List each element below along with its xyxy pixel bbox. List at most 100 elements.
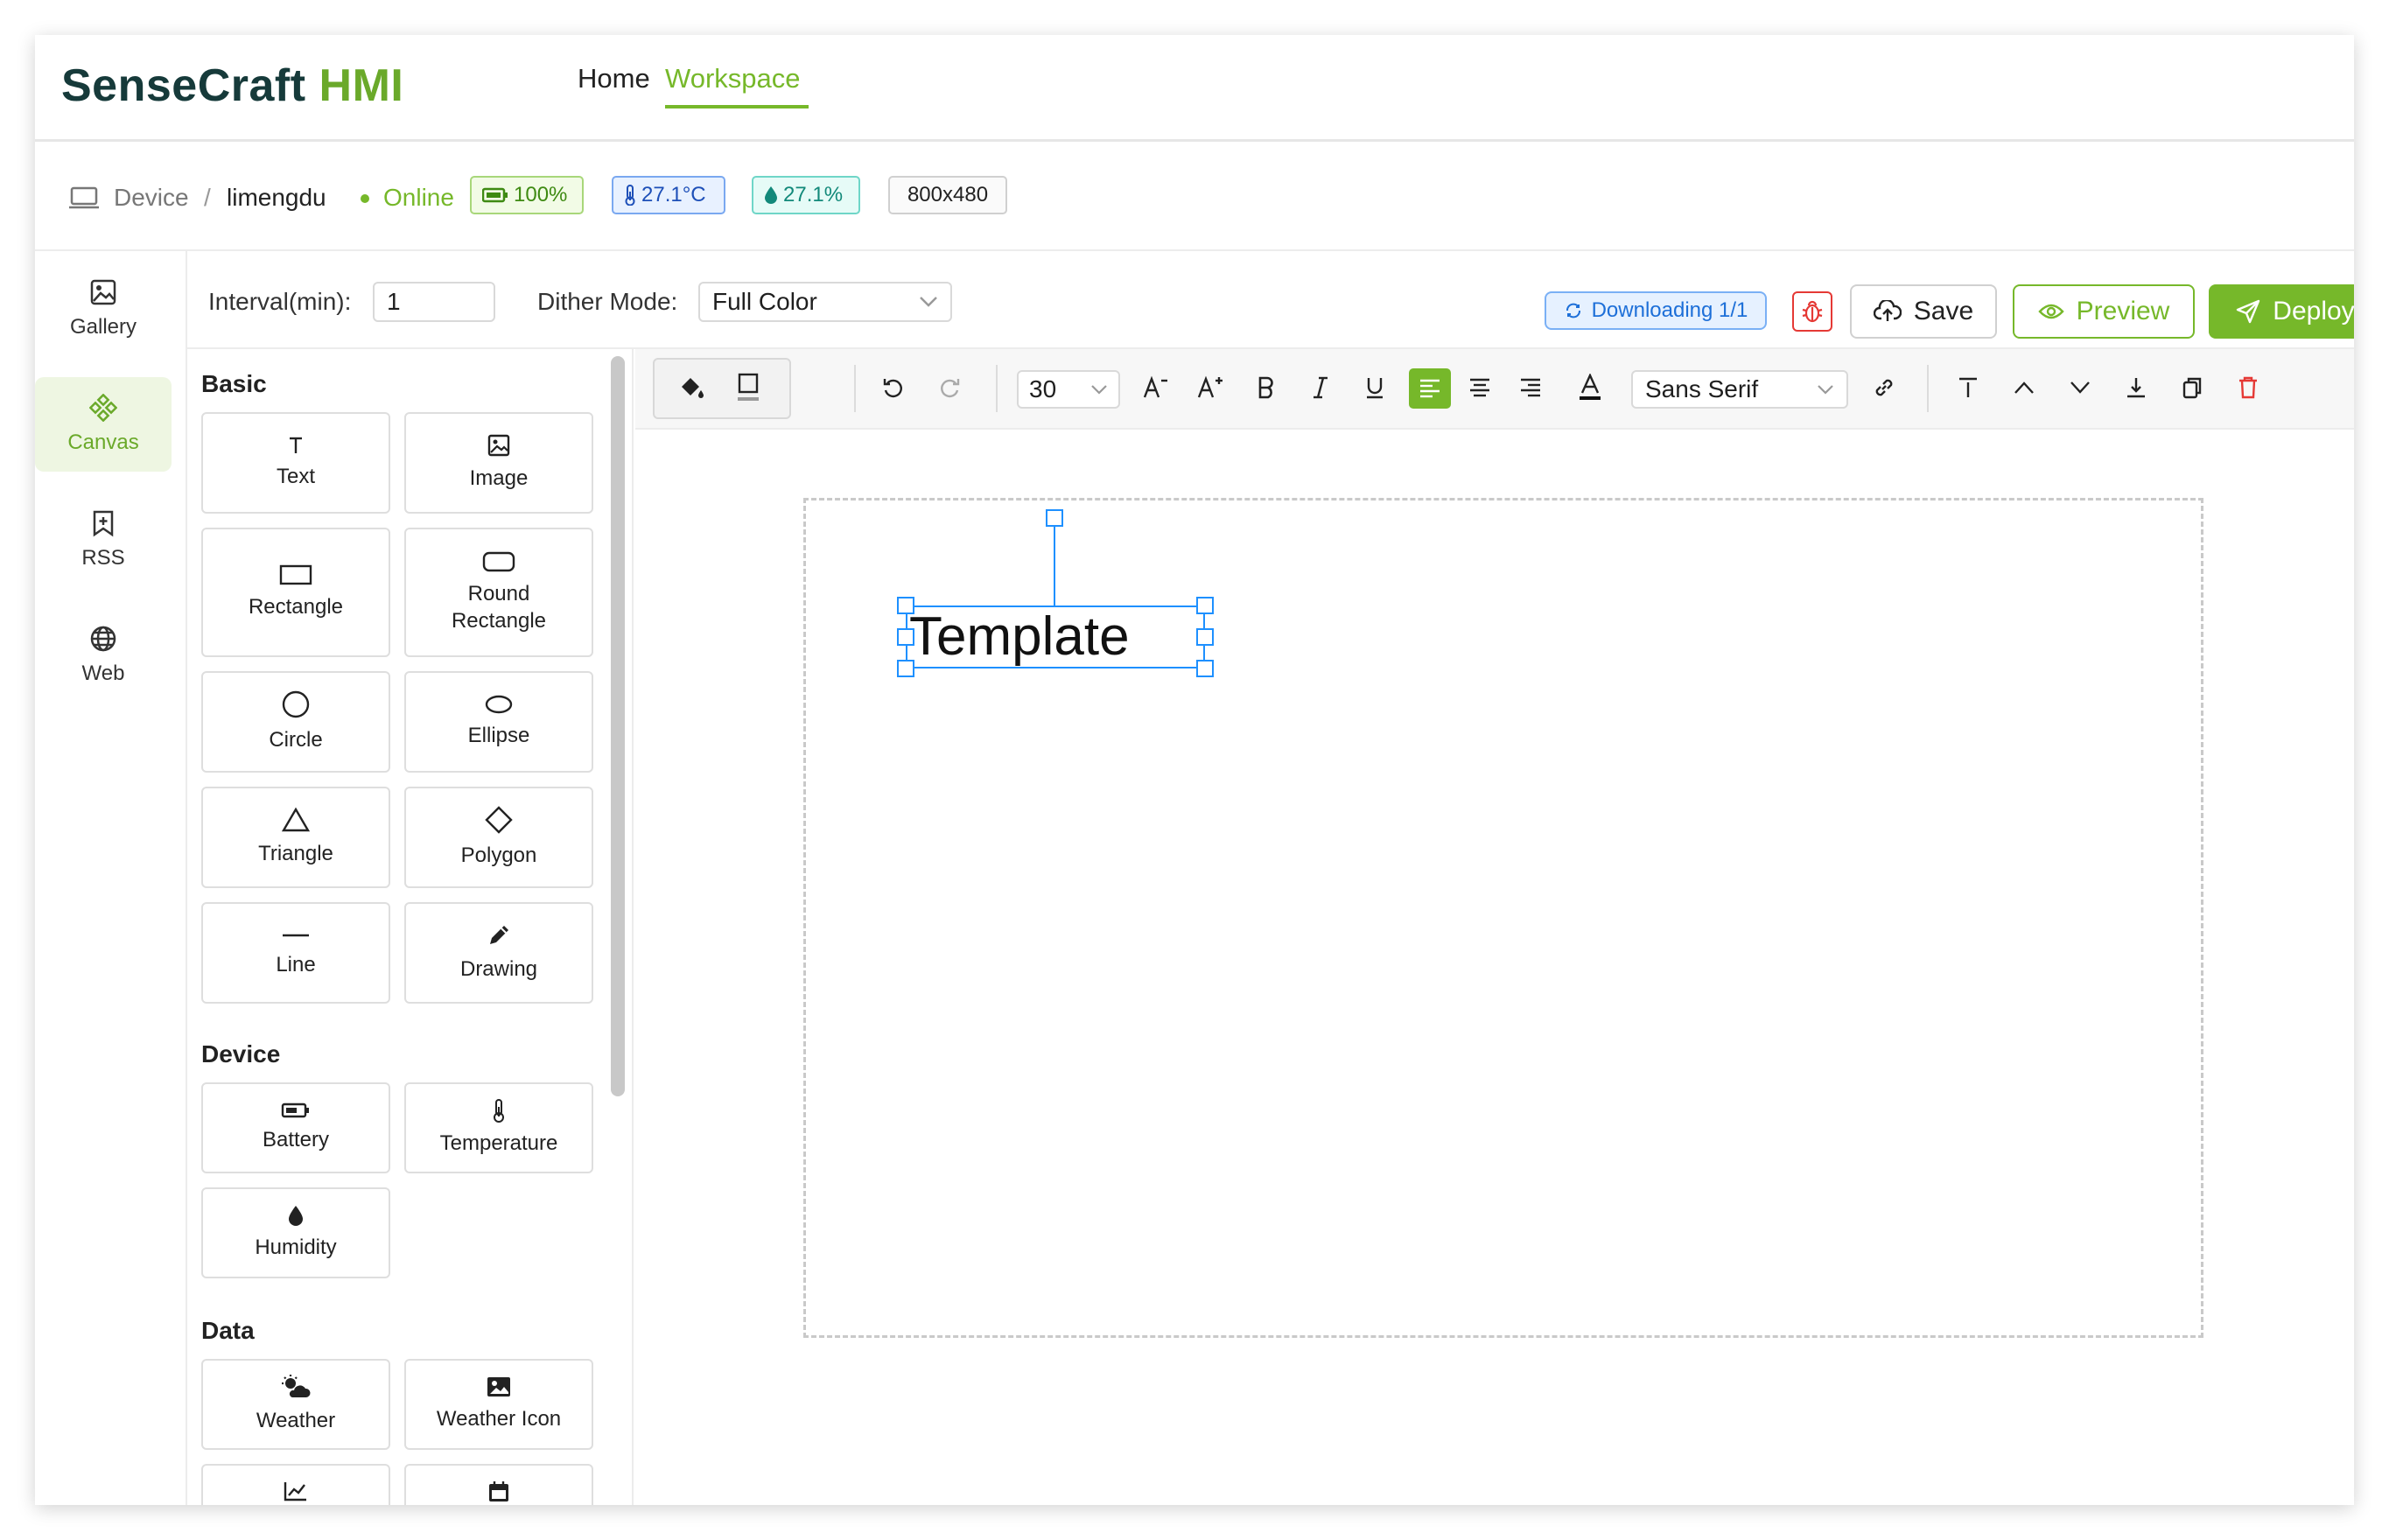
- align-right-button[interactable]: [1510, 363, 1551, 412]
- section-title-basic: Basic: [201, 370, 267, 397]
- italic-button[interactable]: [1300, 363, 1341, 412]
- app-window: SenseCraft HMI Home Workspace Device / l…: [35, 35, 2354, 1505]
- humidity-value: 27.1%: [783, 183, 844, 206]
- chevron-down-icon: [1090, 384, 1108, 395]
- tool-image[interactable]: Image: [404, 412, 593, 514]
- tool-calendar[interactable]: [404, 1464, 593, 1505]
- tool-label: Weather Icon: [436, 1407, 562, 1432]
- resize-handle-bottom-right[interactable]: [1196, 660, 1214, 677]
- resize-handle-left[interactable]: [897, 628, 914, 646]
- font-family-select[interactable]: Sans Serif: [1631, 370, 1848, 409]
- tool-rectangle[interactable]: Rectangle: [201, 528, 390, 657]
- resize-handle-bottom-left[interactable]: [897, 660, 914, 677]
- send-to-back-button[interactable]: [2116, 363, 2156, 412]
- top-header: SenseCraft HMI Home Workspace: [35, 35, 2354, 142]
- interval-input[interactable]: 1: [373, 282, 495, 322]
- fill-color-button[interactable]: [672, 363, 712, 412]
- tool-drawing[interactable]: Drawing: [404, 902, 593, 1004]
- bold-button[interactable]: [1246, 363, 1286, 412]
- sidebar-item-web[interactable]: Web: [35, 608, 172, 703]
- nav-home[interactable]: Home: [578, 63, 650, 94]
- thermometer-icon: [624, 185, 636, 206]
- tool-label: Humidity: [255, 1236, 337, 1260]
- duplicate-button[interactable]: [2172, 363, 2212, 412]
- dither-label: Dither Mode:: [537, 288, 678, 315]
- tool-ellipse[interactable]: Ellipse: [404, 671, 593, 773]
- laptop-icon: [68, 186, 100, 210]
- palette-scrollbar[interactable]: [611, 356, 625, 1096]
- artboard[interactable]: Template: [803, 498, 2203, 1338]
- tool-humidity[interactable]: Humidity: [201, 1187, 390, 1278]
- send-backward-button[interactable]: [2060, 363, 2100, 412]
- text-color-button[interactable]: [1570, 363, 1610, 412]
- align-left-button[interactable]: [1409, 368, 1451, 409]
- sidebar-item-canvas[interactable]: Canvas: [35, 377, 172, 472]
- weather-icon: [280, 1374, 312, 1400]
- tool-round-rectangle[interactable]: Round Rectangle: [404, 528, 593, 657]
- tool-temperature[interactable]: Temperature: [404, 1082, 593, 1173]
- tool-polygon[interactable]: Polygon: [404, 787, 593, 888]
- resize-handle-top-left[interactable]: [897, 597, 914, 614]
- device-bar: Device / limengdu Online: [35, 142, 2354, 251]
- debug-button[interactable]: [1792, 291, 1832, 332]
- font-decrease-icon: [1142, 375, 1170, 400]
- align-center-button[interactable]: [1460, 363, 1500, 412]
- redo-button[interactable]: [929, 363, 970, 412]
- sidebar-item-label: Canvas: [67, 430, 139, 454]
- increase-font-button[interactable]: [1190, 363, 1230, 412]
- copy-icon: [2181, 375, 2203, 400]
- online-dot: [361, 194, 369, 203]
- decrease-font-button[interactable]: [1136, 363, 1176, 412]
- deploy-button[interactable]: Deploy: [2209, 284, 2354, 339]
- tool-label: Temperature: [439, 1131, 558, 1156]
- save-button[interactable]: Save: [1850, 284, 1997, 339]
- link-button[interactable]: [1864, 363, 1904, 412]
- bring-forward-button[interactable]: [2004, 363, 2044, 412]
- send-icon: [2236, 299, 2260, 324]
- rotate-handle[interactable]: [1046, 509, 1063, 527]
- align-left-icon: [1418, 378, 1442, 399]
- component-palette: Basic Text Image Rectangle Round Rectang…: [187, 349, 634, 1505]
- sidebar-item-gallery[interactable]: Gallery: [35, 262, 172, 356]
- font-size-select[interactable]: 30: [1017, 370, 1120, 409]
- canvas-text-element[interactable]: Template: [909, 605, 1130, 669]
- dither-select[interactable]: Full Color: [698, 282, 952, 322]
- undo-button[interactable]: [873, 363, 914, 412]
- sidebar-item-rss[interactable]: RSS: [35, 493, 172, 587]
- nav-workspace[interactable]: Workspace: [665, 63, 801, 94]
- bookmark-plus-icon: [89, 509, 117, 537]
- bold-icon: [1256, 375, 1277, 400]
- resize-handle-right[interactable]: [1196, 628, 1214, 646]
- tool-text[interactable]: Text: [201, 412, 390, 514]
- resize-handle-top-right[interactable]: [1196, 597, 1214, 614]
- tool-circle[interactable]: Circle: [201, 671, 390, 773]
- tool-battery[interactable]: Battery: [201, 1082, 390, 1173]
- breadcrumb-device[interactable]: Device: [114, 184, 189, 212]
- diamond-icon: [484, 805, 514, 835]
- tool-line[interactable]: Line: [201, 902, 390, 1004]
- preview-button[interactable]: Preview: [2013, 284, 2195, 339]
- ellipse-icon: [484, 694, 514, 715]
- landscape-image-icon: [486, 1376, 512, 1398]
- align-center-icon: [1468, 377, 1492, 398]
- toolbar-divider: [854, 365, 856, 412]
- bring-to-front-button[interactable]: [1948, 363, 1988, 412]
- tool-triangle[interactable]: Triangle: [201, 787, 390, 888]
- chevron-up-icon: [2013, 379, 2035, 396]
- device-name: limengdu: [227, 184, 326, 211]
- tool-chart[interactable]: [201, 1464, 390, 1505]
- thermometer-icon: [492, 1098, 506, 1124]
- tool-weather[interactable]: Weather: [201, 1359, 390, 1450]
- battery-icon: [281, 1102, 311, 1119]
- status-text: Online: [383, 184, 454, 211]
- left-sidebar: Gallery Canvas RSS Web: [35, 251, 187, 1505]
- tool-label: Line: [276, 953, 316, 977]
- stroke-color-button[interactable]: [728, 363, 768, 412]
- tool-weather-icon[interactable]: Weather Icon: [404, 1359, 593, 1450]
- delete-button[interactable]: [2228, 363, 2268, 412]
- chevron-down-icon: [919, 296, 938, 308]
- underline-button[interactable]: [1355, 363, 1395, 412]
- underline-icon: [1364, 375, 1385, 400]
- tool-label: Triangle: [258, 842, 333, 866]
- sidebar-item-label: Web: [81, 662, 125, 685]
